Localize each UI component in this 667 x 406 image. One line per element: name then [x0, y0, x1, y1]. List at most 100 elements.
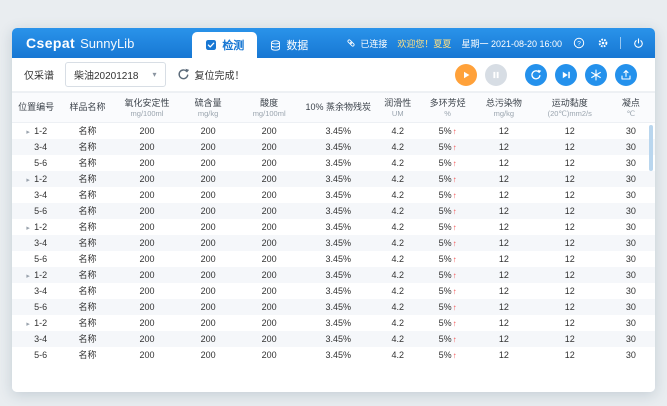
table-row[interactable]: ▸1-2名称2002002003.45%4.25%↑121230: [12, 123, 655, 139]
help-button[interactable]: ?: [572, 36, 586, 50]
column-header-name: 样品名称: [60, 93, 115, 123]
freezing-cell: 30: [607, 139, 655, 155]
pah-cell: 5%↑: [420, 235, 475, 251]
table-row[interactable]: ▸1-2名称2002002003.45%4.25%↑121230: [12, 219, 655, 235]
sulfur-cell: 200: [179, 139, 237, 155]
freeze-button[interactable]: [585, 64, 607, 86]
reset-status-text: 复位完成！: [195, 67, 245, 82]
sulfur-cell: 200: [179, 203, 237, 219]
pah-cell: 5%↑: [420, 331, 475, 347]
column-header-lubricity: 润滑性UM: [375, 93, 420, 123]
pause-button[interactable]: [485, 64, 507, 86]
trend-up-icon: ↑: [453, 175, 457, 184]
tab-detection[interactable]: 检测: [192, 32, 257, 58]
acidity-cell: 200: [237, 299, 301, 315]
scrollbar-thumb[interactable]: [649, 125, 653, 171]
residue-cell: 3.45%: [301, 235, 375, 251]
refresh-icon: [530, 69, 542, 81]
table-row[interactable]: ▸5-6名称2002002003.45%4.25%↑121230: [12, 251, 655, 267]
lubricity-cell: 4.2: [375, 267, 420, 283]
row-expander-icon[interactable]: ▸: [25, 224, 31, 232]
sulfur-cell: 200: [179, 123, 237, 139]
row-expander-icon[interactable]: ▸: [25, 176, 31, 184]
contamination-cell: 12: [475, 331, 533, 347]
power-button[interactable]: [631, 36, 645, 50]
position-cell: ▸3-4: [12, 139, 60, 155]
row-expander-icon[interactable]: ▸: [25, 128, 31, 136]
contamination-cell: 12: [475, 283, 533, 299]
column-header-viscosity: 运动黏度(20℃)mm2/s: [533, 93, 607, 123]
freezing-cell: 30: [607, 267, 655, 283]
sulfur-cell: 200: [179, 267, 237, 283]
tab-data-label: 数据: [286, 37, 308, 53]
settings-button[interactable]: [596, 36, 610, 50]
acidity-cell: 200: [237, 331, 301, 347]
spectrum-only-label[interactable]: 仅采谱: [24, 67, 54, 82]
table-row[interactable]: ▸5-6名称2002002003.45%4.25%↑121230: [12, 347, 655, 363]
freezing-cell: 30: [607, 299, 655, 315]
play-to-end-icon: [560, 69, 572, 81]
contamination-cell: 12: [475, 251, 533, 267]
step-button[interactable]: [555, 64, 577, 86]
position-cell: ▸3-4: [12, 331, 60, 347]
trend-up-icon: ↑: [453, 319, 457, 328]
position-cell: ▸1-2: [12, 123, 60, 139]
freezing-cell: 30: [607, 219, 655, 235]
table-row[interactable]: ▸3-4名称2002002003.45%4.25%↑121230: [12, 331, 655, 347]
position-cell: ▸5-6: [12, 299, 60, 315]
oxidation-cell: 200: [115, 283, 179, 299]
tab-detection-label: 检测: [222, 37, 244, 53]
name-cell: 名称: [60, 315, 115, 331]
column-header-acidity: 酸度mg/100ml: [237, 93, 301, 123]
residue-cell: 3.45%: [301, 171, 375, 187]
acidity-cell: 200: [237, 235, 301, 251]
viscosity-cell: 12: [533, 171, 607, 187]
acidity-cell: 200: [237, 187, 301, 203]
start-button[interactable]: [455, 64, 477, 86]
table-row[interactable]: ▸3-4名称2002002003.45%4.25%↑121230: [12, 235, 655, 251]
table-row[interactable]: ▸1-2名称2002002003.45%4.25%↑121230: [12, 315, 655, 331]
table-row[interactable]: ▸5-6名称2002002003.45%4.25%↑121230: [12, 155, 655, 171]
reset-icon[interactable]: [177, 68, 190, 81]
play-icon: [460, 69, 472, 81]
residue-cell: 3.45%: [301, 251, 375, 267]
table-row[interactable]: ▸5-6名称2002002003.45%4.25%↑121230: [12, 299, 655, 315]
viscosity-cell: 12: [533, 187, 607, 203]
table-row[interactable]: ▸3-4名称2002002003.45%4.25%↑121230: [12, 187, 655, 203]
trend-up-icon: ↑: [453, 239, 457, 248]
row-expander-icon[interactable]: ▸: [25, 320, 31, 328]
position-cell: ▸5-6: [12, 251, 60, 267]
lubricity-cell: 4.2: [375, 155, 420, 171]
pause-icon: [490, 69, 502, 81]
gear-icon: [597, 37, 609, 49]
table-row[interactable]: ▸3-4名称2002002003.45%4.25%↑121230: [12, 283, 655, 299]
position-cell: ▸1-2: [12, 267, 60, 283]
pah-cell: 5%↑: [420, 155, 475, 171]
trend-up-icon: ↑: [453, 127, 457, 136]
loop-button[interactable]: [525, 64, 547, 86]
sample-dropdown[interactable]: 柴油20201218 ▾: [65, 62, 166, 87]
position-cell: ▸1-2: [12, 315, 60, 331]
contamination-cell: 12: [475, 299, 533, 315]
acidity-cell: 200: [237, 315, 301, 331]
column-header-position: 位置编号: [12, 93, 60, 123]
oxidation-cell: 200: [115, 187, 179, 203]
viscosity-cell: 12: [533, 315, 607, 331]
tab-data[interactable]: 数据: [257, 32, 321, 58]
freezing-cell: 30: [607, 187, 655, 203]
oxidation-cell: 200: [115, 171, 179, 187]
contamination-cell: 12: [475, 155, 533, 171]
table-row[interactable]: ▸1-2名称2002002003.45%4.25%↑121230: [12, 267, 655, 283]
name-cell: 名称: [60, 139, 115, 155]
brand-product: SunnyLib: [80, 36, 134, 51]
welcome-text: 欢迎您！夏夏: [397, 37, 451, 50]
table-row[interactable]: ▸5-6名称2002002003.45%4.25%↑121230: [12, 203, 655, 219]
table-row[interactable]: ▸1-2名称2002002003.45%4.25%↑121230: [12, 171, 655, 187]
position-cell: ▸5-6: [12, 347, 60, 363]
row-expander-icon[interactable]: ▸: [25, 272, 31, 280]
export-button[interactable]: [615, 64, 637, 86]
table-row[interactable]: ▸3-4名称2002002003.45%4.25%↑121230: [12, 139, 655, 155]
viscosity-cell: 12: [533, 251, 607, 267]
lubricity-cell: 4.2: [375, 123, 420, 139]
column-header-oxidation: 氧化安定性mg/100ml: [115, 93, 179, 123]
